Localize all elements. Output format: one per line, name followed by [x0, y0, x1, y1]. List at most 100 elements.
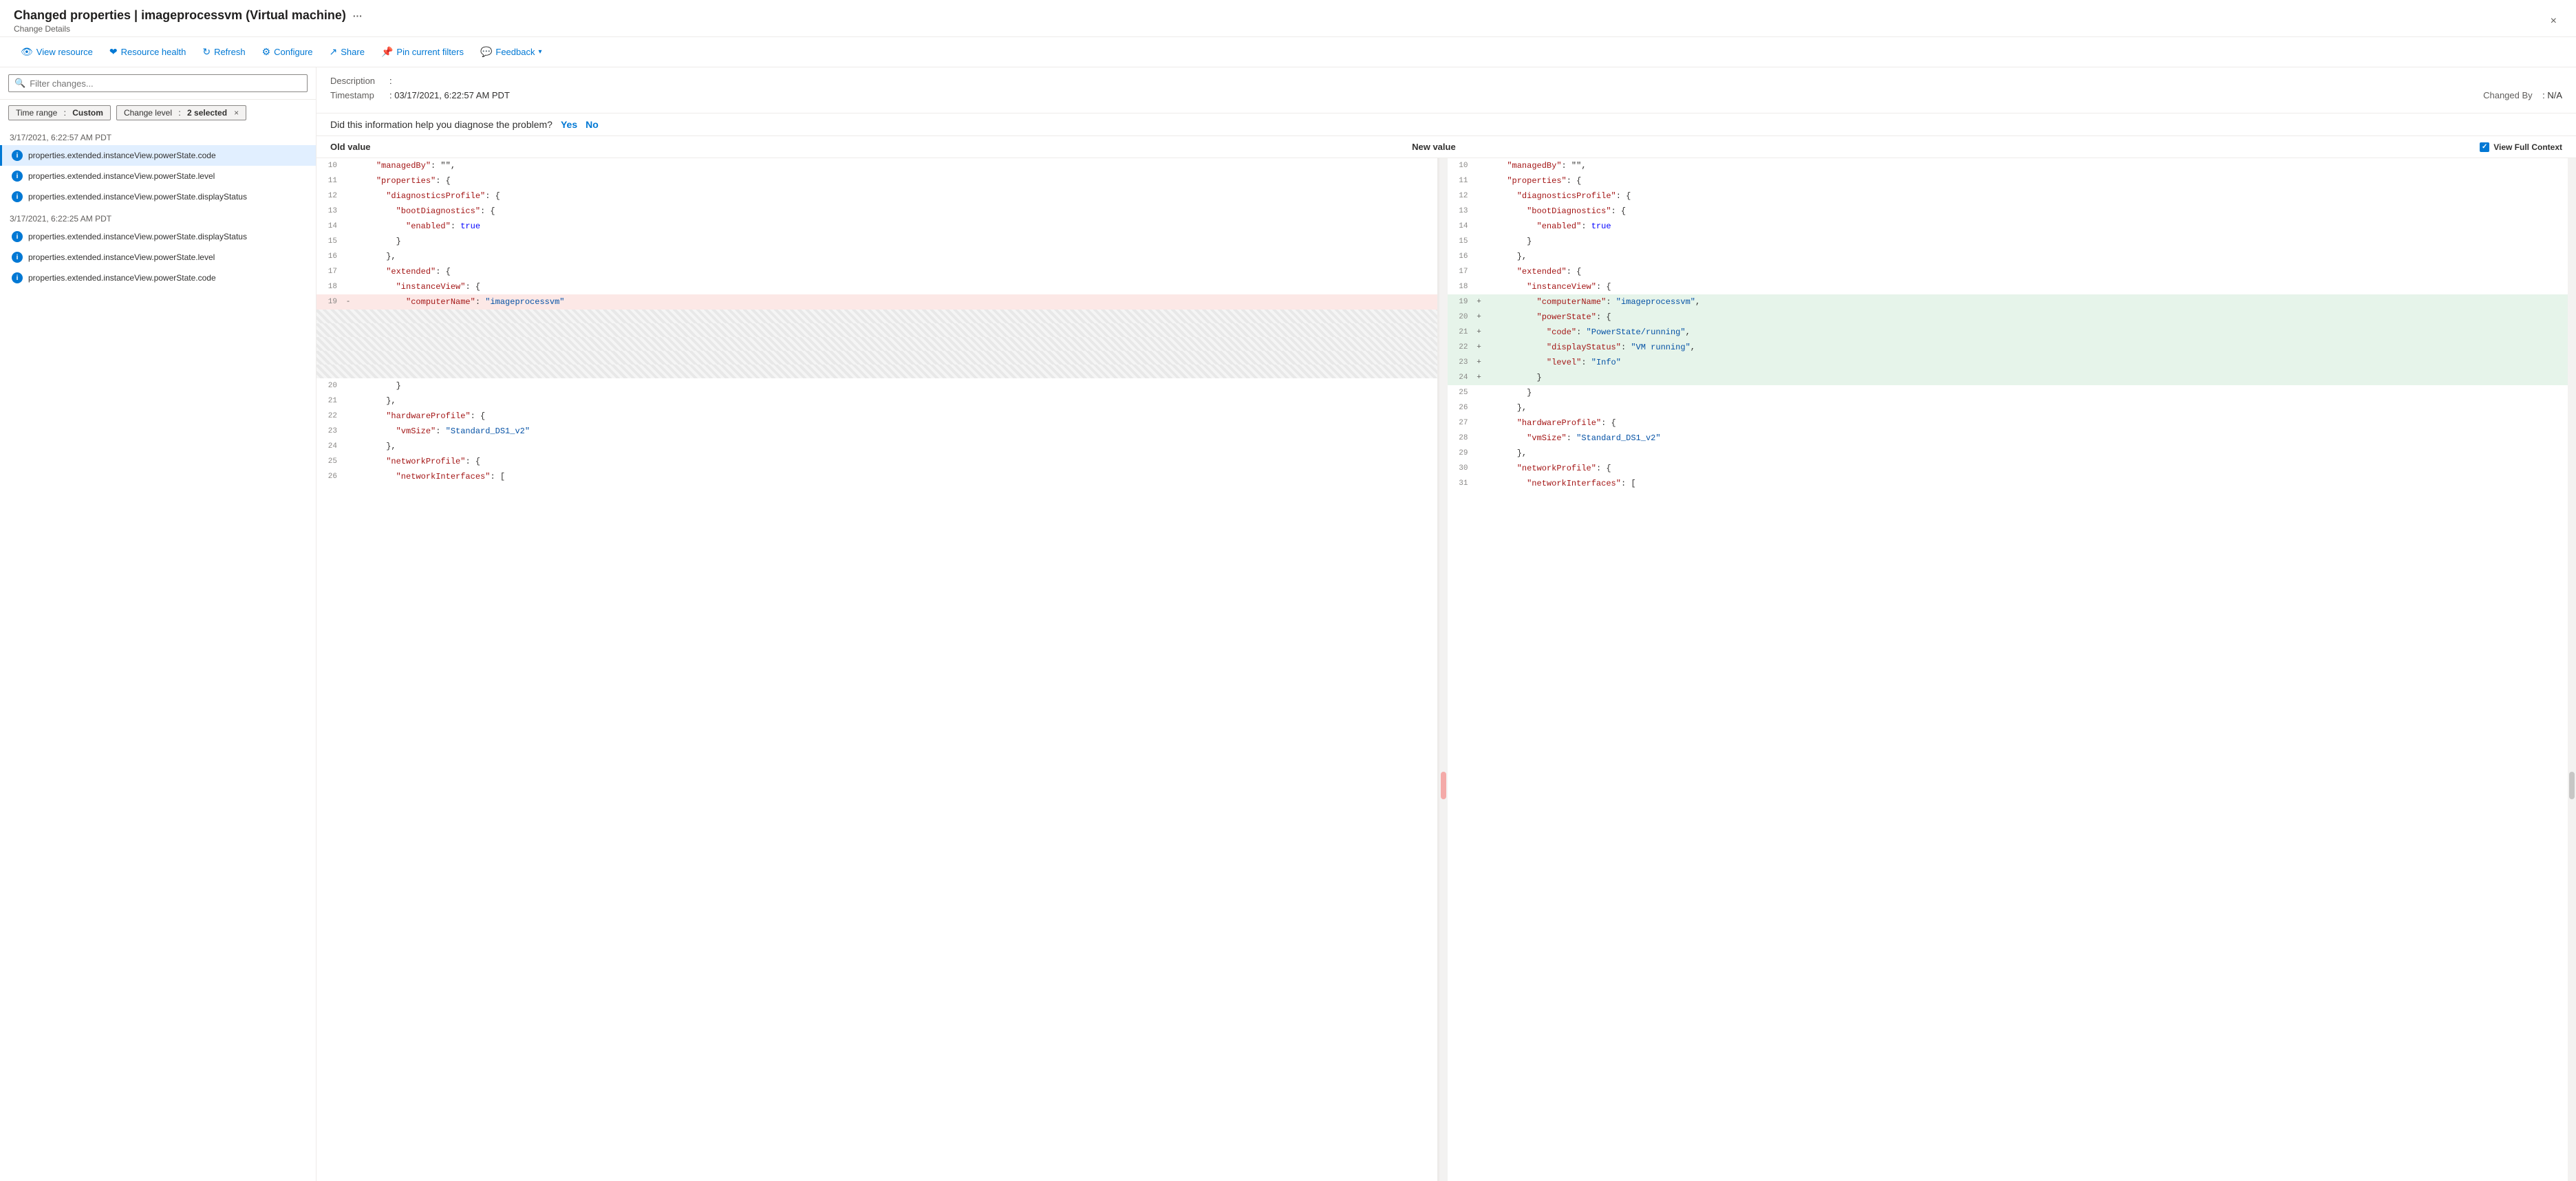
line-number: 16 [1448, 250, 1474, 263]
old-value-label: Old value [330, 142, 1398, 152]
diff-line: 13 "bootDiagnostics": { [316, 204, 1437, 219]
diff-line: 30 "networkProfile": { [1448, 461, 2568, 476]
change-level-remove[interactable]: × [234, 108, 239, 118]
info-icon: i [12, 150, 23, 161]
line-number: 12 [316, 189, 343, 203]
view-resource-icon: 👁 [21, 46, 33, 58]
diff-line: 23 "vmSize": "Standard_DS1_v2" [316, 424, 1437, 439]
diff-line: 24+ } [1448, 370, 2568, 385]
line-content: "diagnosticsProfile": { [354, 189, 1437, 203]
diff-line: 10 "managedBy": "", [316, 158, 1437, 173]
line-content: "instanceView": { [354, 280, 1437, 294]
line-number: 24 [316, 440, 343, 453]
info-icon: i [12, 171, 23, 182]
diff-line: 19+ "computerName": "imageprocessvm", [1448, 294, 2568, 310]
sidebar: 🔍 Time range : Custom Change level : 2 s… [0, 67, 316, 1181]
line-number: 16 [316, 250, 343, 263]
line-number: 11 [1448, 174, 1474, 188]
line-number: 18 [316, 280, 343, 294]
line-number: 11 [316, 174, 343, 188]
configure-button[interactable]: ⚙ Configure [255, 43, 320, 61]
share-button[interactable]: ↗ Share [323, 43, 372, 61]
new-scrollbar-thumb[interactable] [2569, 772, 2575, 799]
line-content: "computerName": "imageprocessvm" [354, 295, 1437, 309]
pin-icon: 📌 [381, 46, 393, 58]
view-resource-button[interactable]: 👁 View resource [14, 43, 100, 61]
change-item-1-0[interactable]: iproperties.extended.instanceView.powerS… [0, 226, 316, 247]
diff-line: 24 }, [316, 439, 1437, 454]
line-content: "enabled": true [354, 219, 1437, 233]
line-number: 21 [1448, 325, 1474, 339]
filter-input-wrap[interactable]: 🔍 [8, 74, 308, 92]
diff-line: 22 "hardwareProfile": { [316, 409, 1437, 424]
refresh-icon: ↻ [202, 46, 211, 58]
detail-panel: Description : Timestamp : 03/17/2021, 6:… [316, 67, 2576, 1181]
pin-current-filters-button[interactable]: 📌 Pin current filters [374, 43, 471, 61]
line-number: 30 [1448, 462, 1474, 475]
line-content: }, [354, 250, 1437, 263]
change-item-0-0[interactable]: iproperties.extended.instanceView.powerS… [0, 145, 316, 166]
line-number: 23 [1448, 356, 1474, 369]
line-marker: + [1474, 310, 1485, 324]
close-button[interactable]: × [2545, 12, 2562, 30]
change-item-0-2[interactable]: iproperties.extended.instanceView.powerS… [0, 186, 316, 207]
line-content: "instanceView": { [1485, 280, 2568, 294]
line-number: 29 [1448, 446, 1474, 460]
line-number: 15 [1448, 235, 1474, 248]
old-scrollbar-thumb[interactable] [1441, 772, 1446, 799]
line-content: "bootDiagnostics": { [1485, 204, 2568, 218]
page-title: Changed properties | imageprocessvm (Vir… [14, 8, 346, 23]
line-content: }, [1485, 250, 2568, 263]
diff-line: 11 "properties": { [316, 173, 1437, 188]
diagnose-no-button[interactable]: No [586, 119, 599, 130]
title-bar: Changed properties | imageprocessvm (Vir… [0, 0, 2576, 37]
line-content: "vmSize": "Standard_DS1_v2" [354, 424, 1437, 438]
refresh-button[interactable]: ↻ Refresh [195, 43, 252, 61]
diagnose-yes-button[interactable]: Yes [561, 119, 577, 130]
filter-input[interactable] [30, 78, 301, 89]
diff-line: 13 "bootDiagnostics": { [1448, 204, 2568, 219]
line-content: "computerName": "imageprocessvm", [1485, 295, 2568, 309]
info-icon: i [12, 191, 23, 202]
change-item-1-2[interactable]: iproperties.extended.instanceView.powerS… [0, 268, 316, 288]
diff-line: 21+ "code": "PowerState/running", [1448, 325, 2568, 340]
diff-line: 10 "managedBy": "", [1448, 158, 2568, 173]
change-item-0-1[interactable]: i properties.extended.instanceView.powerS… [0, 166, 316, 186]
configure-icon: ⚙ [262, 46, 271, 58]
line-content: }, [354, 440, 1437, 453]
title-ellipsis[interactable]: ··· [353, 10, 363, 21]
view-full-context-checkbox[interactable] [2480, 142, 2489, 152]
old-scrollbar[interactable] [1439, 158, 1448, 1181]
feedback-dropdown-icon: ▾ [538, 48, 541, 56]
line-content: "diagnosticsProfile": { [1485, 189, 2568, 203]
share-icon: ↗ [330, 46, 338, 58]
line-content: "networkInterfaces": [ [1485, 477, 2568, 490]
line-content: "code": "PowerState/running", [1485, 325, 2568, 339]
diff-line: 21 }, [316, 393, 1437, 409]
line-content: "properties": { [354, 174, 1437, 188]
line-content: } [1485, 371, 2568, 384]
time-range-filter[interactable]: Time range : Custom [8, 105, 111, 120]
diff-line: 29 }, [1448, 446, 2568, 461]
line-marker: + [1474, 325, 1485, 339]
time-range-label: Time range [16, 108, 57, 118]
line-content: } [1485, 386, 2568, 400]
diagnose-question: Did this information help you diagnose t… [330, 119, 552, 130]
new-scrollbar[interactable] [2568, 158, 2576, 1181]
change-level-filter[interactable]: Change level : 2 selected × [116, 105, 246, 120]
diff-line [316, 337, 1437, 351]
line-number: 12 [1448, 189, 1474, 203]
line-number: 10 [316, 159, 343, 173]
resource-health-button[interactable]: ❤ Resource health [103, 43, 193, 61]
line-number: 20 [316, 379, 343, 393]
line-number: 10 [1448, 159, 1474, 173]
change-group-date-0: 3/17/2021, 6:22:57 AM PDT [0, 126, 316, 145]
change-item-label: properties.extended.instanceView.powerSt… [28, 171, 215, 181]
line-number: 26 [1448, 401, 1474, 415]
diff-line: 17 "extended": { [1448, 264, 2568, 279]
change-item-1-1[interactable]: iproperties.extended.instanceView.powerS… [0, 247, 316, 268]
diff-line: 15 } [316, 234, 1437, 249]
change-level-value: 2 selected [187, 108, 227, 118]
feedback-button[interactable]: 💬 Feedback ▾ [473, 43, 549, 61]
diff-line: 20 } [316, 378, 1437, 393]
